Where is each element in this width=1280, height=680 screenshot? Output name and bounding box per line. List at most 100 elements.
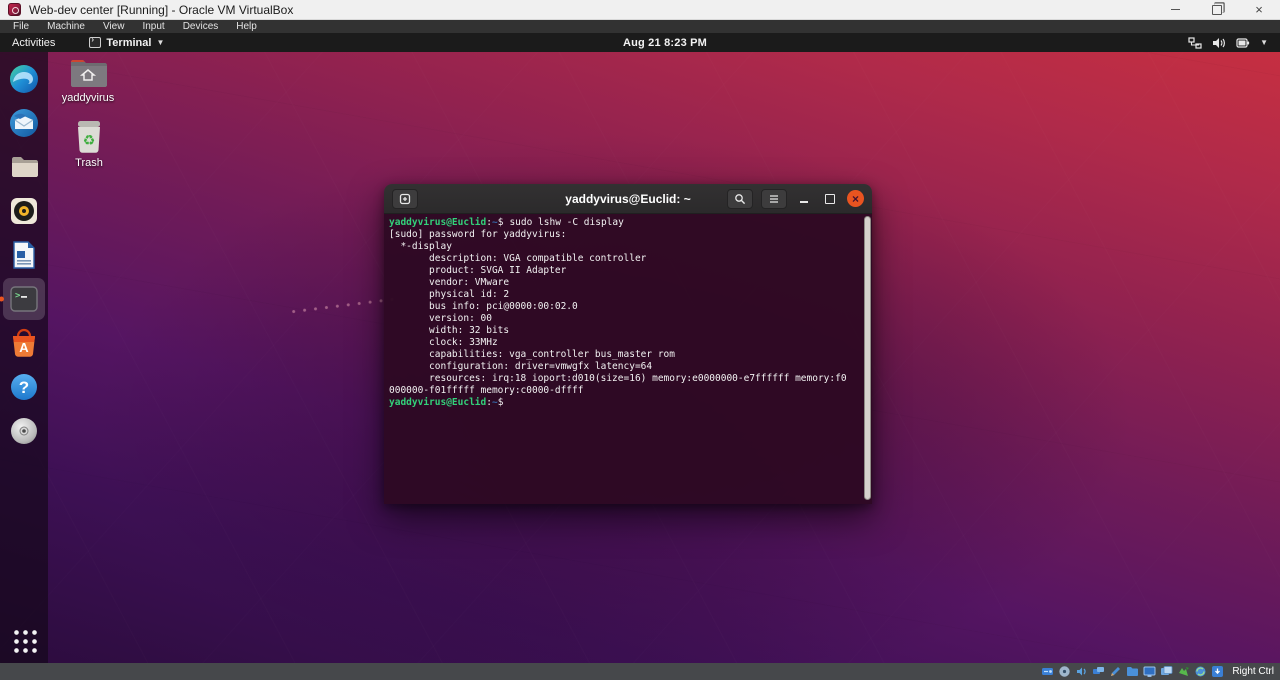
restore-button[interactable] [1196,0,1238,20]
thunderbird-mail-icon [8,107,40,139]
terminal-window: yaddyvirus@Euclid: ~ [384,184,872,504]
chevron-down-icon: ▼ [156,38,164,47]
vbox-titlebar[interactable]: Web-dev center [Running] - Oracle VM Vir… [0,0,1280,20]
svg-text:?: ? [19,378,29,397]
dock-item-files[interactable] [3,146,45,188]
prompt-user: yaddyvirus@Euclid [389,217,486,228]
terminal-line: resources: irq:18 ioport:d010(size=16) m… [389,373,860,385]
wallpaper-dots [288,293,399,320]
guest-additions-icon[interactable] [1194,665,1207,678]
help-icon: ? [8,371,40,403]
prompt-user: yaddyvirus@Euclid [389,397,486,408]
system-tray[interactable]: ▼ [1188,33,1280,52]
terminal-prompt-line: yaddyvirus@Euclid:~$sudo lshw -C display [389,217,860,229]
app-menu-label: Terminal [106,37,151,49]
terminal-scrollbar[interactable] [864,216,871,500]
home-folder-icon [68,57,108,89]
terminal-line: 000000-f01fffff memory:c0000-dffff [389,385,860,397]
terminal-line: capabilities: vga_controller bus_master … [389,349,860,361]
close-button[interactable]: × [1238,0,1280,20]
windows-icon[interactable] [1160,665,1173,678]
battery-icon [1236,37,1250,49]
display-icon[interactable] [1143,665,1156,678]
terminal-icon: > [8,283,40,315]
terminal-line: vendor: VMware [389,277,860,289]
ubuntu-software-icon: A [8,327,40,359]
app-menu-terminal[interactable]: Terminal ▼ [89,37,164,49]
terminal-line: *-display [389,241,860,253]
dock-item-libreoffice-writer[interactable] [3,234,45,276]
desktop-icon-label: yaddyvirus [62,92,115,104]
virtualbox-app-icon [8,3,21,16]
network-activity-icon[interactable] [1177,665,1190,678]
prompt-symbol: $ [498,217,504,228]
terminal-close-button[interactable]: × [847,190,864,207]
terminal-line: configuration: driver=vmwgfx latency=64 [389,361,860,373]
terminal-title: yaddyvirus@Euclid: ~ [565,192,690,206]
desktop-icon-label: Trash [75,157,103,169]
optical-drives-icon[interactable] [1058,665,1071,678]
terminal-line: version: 00 [389,313,860,325]
terminal-line: physical id: 2 [389,289,860,301]
dock-item-terminal[interactable]: > [3,278,45,320]
terminal-line: description: VGA compatible controller [389,253,860,265]
dock: > A ? [0,52,48,663]
terminal-line: clock: 33MHz [389,337,860,349]
dock-item-help[interactable]: ? [3,366,45,408]
terminal-mini-icon [89,37,101,48]
command-text: sudo lshw -C display [509,217,623,228]
host-capture-icon[interactable] [1211,665,1224,678]
menu-file[interactable]: File [4,20,38,33]
terminal-line: [sudo] password for yaddyvirus: [389,229,860,241]
terminal-maximize-button[interactable] [821,190,839,208]
prompt-symbol: $ [498,397,504,408]
svg-text:A: A [19,340,29,355]
cd-disc-icon [8,415,40,447]
svg-text:♻: ♻ [83,132,96,148]
terminal-prompt-line: yaddyvirus@Euclid:~$ [389,397,860,409]
menu-view[interactable]: View [94,20,134,33]
vbox-menubar: File Machine View Input Devices Help [0,20,1280,33]
system-menu-caret-icon: ▼ [1260,38,1268,47]
terminal-minimize-button[interactable] [795,190,813,208]
audio-icon[interactable] [1075,665,1088,678]
dock-item-cd-disc[interactable] [3,410,45,452]
terminal-line: product: SVGA II Adapter [389,265,860,277]
menu-machine[interactable]: Machine [38,20,94,33]
shared-folders-icon[interactable] [1126,665,1139,678]
desktop-icon-home-folder[interactable]: yaddyvirus [55,57,121,104]
hard-disks-icon[interactable] [1041,665,1054,678]
recording-icon[interactable] [1109,665,1122,678]
vbox-window-title: Web-dev center [Running] - Oracle VM Vir… [29,3,293,17]
dock-item-ubuntu-software[interactable]: A [3,322,45,364]
trash-icon: ♻ [74,120,104,154]
desktop-icon-trash[interactable]: ♻ Trash [56,120,122,169]
dock-item-thunderbird[interactable] [3,102,45,144]
gnome-top-panel: Activities Terminal ▼ Aug 21 8:23 PM ▼ [0,33,1280,52]
network-icon [1188,37,1202,49]
show-applications-button[interactable] [11,627,37,653]
screen: Web-dev center [Running] - Oracle VM Vir… [0,0,1280,680]
menu-help[interactable]: Help [227,20,266,33]
svg-text:>: > [15,291,21,301]
dock-item-edge[interactable] [3,58,45,100]
new-tab-button[interactable] [392,189,418,209]
volume-icon [1212,37,1226,49]
menu-devices[interactable]: Devices [174,20,228,33]
search-icon [734,193,746,205]
hamburger-menu-button[interactable] [761,189,787,209]
hamburger-menu-icon [768,193,780,205]
activities-button[interactable]: Activities [0,33,67,52]
network-adapters-icon[interactable] [1092,665,1105,678]
clock[interactable]: Aug 21 8:23 PM [573,33,707,52]
minimize-button[interactable] [1154,0,1196,20]
vbox-statusbar: Right Ctrl [0,663,1280,680]
edge-browser-icon [8,63,40,95]
terminal-content[interactable]: yaddyvirus@Euclid:~$ sudo lshw -C display… [384,214,872,504]
dock-item-rhythmbox[interactable] [3,190,45,232]
menu-input[interactable]: Input [133,20,173,33]
rhythmbox-music-icon [8,195,40,227]
libreoffice-writer-icon [8,239,40,271]
search-button[interactable] [727,189,753,209]
terminal-titlebar[interactable]: yaddyvirus@Euclid: ~ [384,184,872,214]
